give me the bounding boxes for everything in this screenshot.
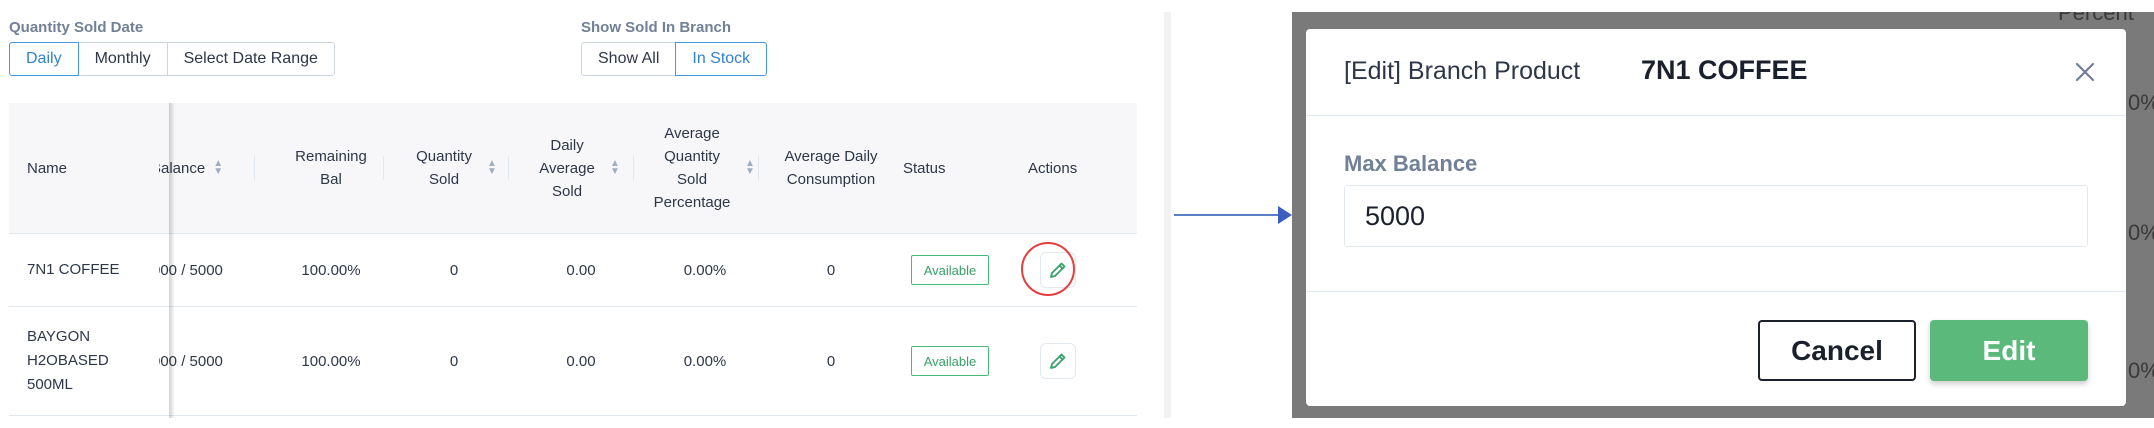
monthly-button[interactable]: Monthly xyxy=(77,42,168,76)
cell-average-daily-consumption: 0 xyxy=(826,261,836,279)
max-balance-input[interactable]: 5000 xyxy=(1344,185,2088,247)
column-divider xyxy=(383,156,384,180)
status-badge: Available xyxy=(910,255,990,285)
edit-submit-button[interactable]: Edit xyxy=(1930,320,2088,381)
background-text: 0% xyxy=(2128,90,2154,115)
cell-status: Available xyxy=(903,234,997,306)
show-sold-in-branch-group: Show All In Stock xyxy=(581,42,768,76)
table-row: 7N1 COFFEE 000 / 5000 100.00% 0 0.00 0.0… xyxy=(9,234,1137,307)
sort-icon[interactable]: ▲ ▼ xyxy=(213,159,223,177)
cell-name: 7N1 COFFEE xyxy=(27,261,120,278)
cell-status: Available xyxy=(903,307,997,415)
header-average-daily-consumption: Average Daily Consumption xyxy=(761,103,901,233)
cell-quantity-sold: 0 xyxy=(449,352,459,370)
modal-header: [Edit] Branch Product 7N1 COFFEE xyxy=(1306,29,2126,116)
panel-divider xyxy=(1164,12,1171,418)
edit-button[interactable] xyxy=(1040,343,1076,379)
cell-average-quantity-sold-percentage: 0.00% xyxy=(683,261,727,279)
pencil-icon xyxy=(1050,353,1066,369)
cell-daily-average-sold: 0.00 xyxy=(566,352,596,370)
header-average-quantity-sold-percentage-label: Average Quantity Sold Percentage xyxy=(653,125,731,211)
header-status-label: Status xyxy=(903,159,946,177)
cell-remaining-bal: 100.00% xyxy=(301,352,361,370)
column-divider xyxy=(508,156,509,180)
cell-quantity-sold: 0 xyxy=(449,261,459,279)
column-divider xyxy=(633,156,634,180)
header-average-quantity-sold-percentage[interactable]: Average Quantity Sold Percentage ▲ ▼ xyxy=(641,103,761,233)
column-divider xyxy=(254,156,255,180)
cell-balance: 000 / 5000 xyxy=(159,307,269,415)
header-actions: Actions xyxy=(1028,103,1128,233)
edit-branch-product-modal: [Edit] Branch Product 7N1 COFFEE Max Bal… xyxy=(1306,29,2126,406)
background-text: Percent xyxy=(2058,12,2134,25)
table-row: BAYGON H2OBASED 500ML 000 / 5000 100.00%… xyxy=(9,307,1137,416)
quantity-sold-date-label: Quantity Sold Date xyxy=(9,19,144,36)
cell-actions xyxy=(1028,307,1088,415)
header-balance[interactable]: Balance ▲▼ xyxy=(159,103,279,233)
arrow-head xyxy=(1278,206,1292,224)
cell-balance: 000 / 5000 xyxy=(159,234,269,306)
max-balance-label: Max Balance xyxy=(1344,151,1478,176)
header-remaining-bal-label: Remaining Bal xyxy=(295,148,367,188)
modal-product-name: 7N1 COFFEE xyxy=(1641,55,1808,85)
header-status: Status xyxy=(903,103,1003,233)
cell-name: BAYGON H2OBASED 500ML xyxy=(27,328,109,393)
frozen-column-shadow xyxy=(169,103,175,418)
header-name-label: Name xyxy=(27,159,68,177)
show-all-button[interactable]: Show All xyxy=(581,42,677,76)
sort-icon[interactable]: ▲ ▼ xyxy=(487,159,497,177)
show-sold-in-branch-label: Show Sold In Branch xyxy=(581,19,732,36)
header-balance-label: Balance xyxy=(159,159,206,177)
quantity-sold-date-group: Daily Monthly Select Date Range xyxy=(9,42,335,76)
select-date-range-button[interactable]: Select Date Range xyxy=(166,42,335,76)
header-quantity-sold-label: Quantity Sold xyxy=(416,148,472,188)
daily-button[interactable]: Daily xyxy=(9,42,79,76)
close-icon[interactable] xyxy=(2070,57,2100,87)
cell-remaining-bal: 100.00% xyxy=(301,261,361,279)
background-text: 0% xyxy=(2128,358,2154,383)
background-text: 0% xyxy=(2128,220,2154,245)
column-divider xyxy=(758,156,759,180)
in-stock-button[interactable]: In Stock xyxy=(675,42,768,76)
sort-icon[interactable]: ▲ ▼ xyxy=(745,159,755,177)
header-daily-average-sold-label: Daily Average Sold xyxy=(539,136,595,200)
cell-daily-average-sold: 0.00 xyxy=(566,261,596,279)
header-average-daily-consumption-label: Average Daily Consumption xyxy=(784,148,878,188)
arrow-right-icon xyxy=(1174,214,1280,216)
modal-title: [Edit] Branch Product xyxy=(1344,57,1581,85)
header-quantity-sold[interactable]: Quantity Sold ▲ ▼ xyxy=(393,103,513,233)
status-badge: Available xyxy=(910,346,990,376)
header-name: Name xyxy=(27,103,147,233)
highlight-circle xyxy=(1021,242,1075,296)
header-actions-label: Actions xyxy=(1028,159,1078,177)
modal-footer-divider xyxy=(1306,291,2126,292)
products-table: Name Balance ▲▼ Remaining Bal Quantity S… xyxy=(9,103,1137,418)
sort-icon[interactable]: ▲ ▼ xyxy=(610,159,620,177)
header-daily-average-sold[interactable]: Daily Average Sold ▲ ▼ xyxy=(516,103,636,233)
cancel-button[interactable]: Cancel xyxy=(1758,320,1916,381)
cell-average-quantity-sold-percentage: 0.00% xyxy=(683,352,727,370)
header-remaining-bal: Remaining Bal xyxy=(271,103,391,233)
cell-average-daily-consumption: 0 xyxy=(826,352,836,370)
